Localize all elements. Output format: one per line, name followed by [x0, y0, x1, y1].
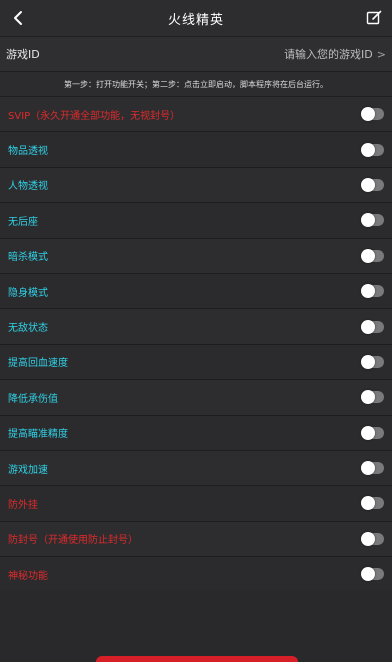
feature-toggle[interactable]	[361, 142, 384, 157]
feature-row: 防外挂	[0, 486, 392, 522]
feature-toggle[interactable]	[361, 213, 384, 228]
app-screen: { "header": { "title": "火线精英", "back_ico…	[0, 0, 392, 662]
feature-row: 提高瞄准精度	[0, 415, 392, 451]
toggle-knob	[361, 390, 375, 405]
feature-row: 降低承伤值	[0, 380, 392, 416]
feature-label: 游戏加速	[8, 464, 48, 476]
feature-label: 防外挂	[8, 499, 38, 511]
feature-toggle[interactable]	[361, 354, 384, 369]
feature-row: 暗杀模式	[0, 238, 392, 274]
toggle-knob	[361, 496, 375, 511]
game-id-label: 游戏ID	[6, 48, 40, 61]
feature-toggle[interactable]	[361, 284, 384, 299]
feature-row: 无后座	[0, 203, 392, 239]
feature-row: 提高回血速度	[0, 344, 392, 381]
feature-row: 游戏加速	[0, 450, 392, 487]
edit-icon	[366, 10, 382, 25]
feature-toggle[interactable]	[361, 567, 384, 582]
feature-label: 物品透视	[8, 146, 48, 158]
feature-list: SVIP（永久开通全部功能，无视封号） 物品透视人物透视无后座暗杀模式隐身模式无敌…	[0, 97, 392, 593]
toggle-knob	[361, 107, 375, 122]
feature-row: 物品透视	[0, 132, 392, 168]
toggle-knob	[361, 213, 375, 228]
chevron-right-icon: >	[376, 47, 386, 61]
feature-label: 隐身模式	[8, 287, 48, 299]
chevron-left-icon	[14, 11, 22, 25]
feature-label: 提高回血速度	[8, 358, 68, 370]
toggle-knob	[361, 177, 375, 192]
header-bar: 火线精英	[0, 0, 392, 37]
feature-label: 降低承伤值	[8, 393, 58, 405]
feature-row: 无敌状态	[0, 309, 392, 345]
feature-toggle[interactable]	[361, 425, 384, 440]
feature-label: 防封号（开通使用防止封号）	[8, 535, 138, 547]
start-button[interactable]	[96, 656, 298, 662]
edit-button[interactable]	[362, 6, 386, 30]
feature-row: 防封号（开通使用防止封号）	[0, 521, 392, 558]
feature-toggle[interactable]	[361, 177, 384, 192]
toggle-knob	[361, 284, 375, 299]
toggle-knob	[361, 531, 375, 546]
toggle-knob	[361, 319, 375, 334]
feature-toggle[interactable]	[361, 319, 384, 334]
game-id-row[interactable]: 游戏ID 请输入您的游戏ID >	[0, 37, 392, 72]
feature-toggle[interactable]	[361, 461, 384, 476]
bottom-area	[0, 590, 392, 662]
feature-row: 神秘功能	[0, 557, 392, 593]
feature-label: 提高瞄准精度	[8, 429, 68, 441]
feature-label: 无敌状态	[8, 323, 48, 335]
feature-label: 暗杀模式	[8, 252, 48, 264]
instructions-text: 第一步：打开功能开关；第二步：点击立即启动，脚本程序将在后台运行。	[0, 72, 392, 97]
toggle-knob	[361, 425, 375, 440]
toggle-knob	[361, 461, 375, 476]
feature-toggle[interactable]	[361, 531, 384, 546]
feature-toggle[interactable]	[361, 248, 384, 263]
toggle-knob	[361, 142, 375, 157]
toggle-knob	[361, 567, 375, 582]
feature-label: 神秘功能	[8, 570, 48, 582]
back-button[interactable]	[6, 6, 30, 30]
feature-label: 无后座	[8, 216, 38, 228]
feature-row: SVIP（永久开通全部功能，无视封号）	[0, 97, 392, 133]
feature-label: SVIP（永久开通全部功能，无视封号）	[8, 110, 181, 122]
feature-toggle[interactable]	[361, 496, 384, 511]
game-id-input[interactable]: 请输入您的游戏ID >	[284, 46, 386, 62]
page-title: 火线精英	[167, 12, 224, 28]
feature-row: 隐身模式	[0, 273, 392, 310]
feature-toggle[interactable]	[361, 107, 384, 122]
feature-label: 人物透视	[8, 181, 48, 193]
toggle-knob	[361, 248, 375, 263]
feature-toggle[interactable]	[361, 390, 384, 405]
feature-row: 人物透视	[0, 167, 392, 204]
toggle-knob	[361, 354, 375, 369]
game-id-placeholder: 请输入您的游戏ID	[284, 48, 373, 61]
